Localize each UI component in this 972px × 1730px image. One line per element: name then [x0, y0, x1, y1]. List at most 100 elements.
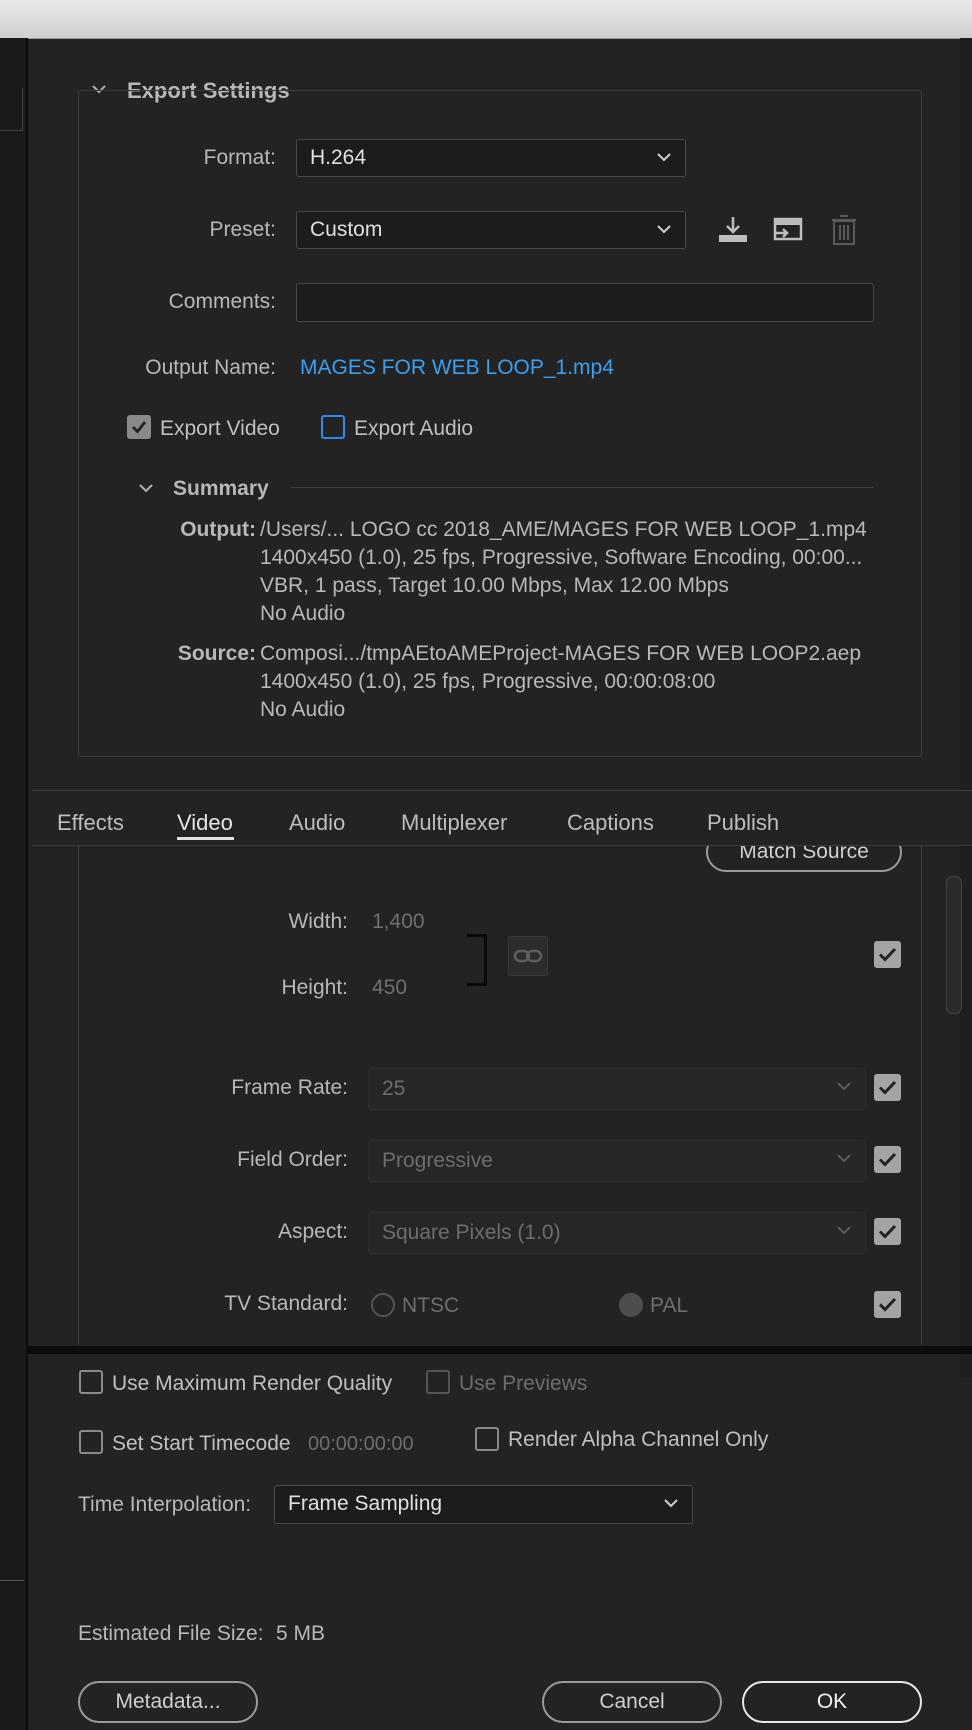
tab-video[interactable]: Video: [177, 810, 233, 836]
save-preset-button[interactable]: [716, 213, 750, 247]
comments-field[interactable]: [296, 283, 874, 322]
estimated-size-value: 5 MB: [276, 1622, 326, 1645]
format-select[interactable]: H.264: [296, 139, 686, 177]
preset-label: Preset:: [209, 218, 276, 241]
video-pane-scrollbar[interactable]: [946, 876, 962, 1014]
checkmark-icon: [878, 1297, 897, 1312]
max-render-quality-checkbox[interactable]: [79, 1370, 103, 1394]
save-preset-icon: [719, 217, 747, 242]
ntsc-radio[interactable]: [371, 1293, 395, 1317]
summary-source-line: No Audio: [260, 698, 346, 721]
tab-effects[interactable]: Effects: [57, 810, 124, 836]
frame-rate-value: 25: [382, 1077, 406, 1100]
summary-output-label: Output:: [180, 518, 256, 541]
chevron-down-icon: [837, 1154, 851, 1163]
right-panel-edge: [960, 38, 972, 1378]
ntsc-label: NTSC: [402, 1294, 460, 1317]
format-value: H.264: [310, 146, 367, 169]
tab-multiplexer[interactable]: Multiplexer: [401, 810, 507, 836]
summary-source-label: Source:: [177, 642, 256, 665]
render-alpha-checkbox[interactable]: [475, 1427, 499, 1451]
link-icon: [513, 949, 543, 963]
summary-source-lines: Composi.../tmpAEtoAMEProject-MAGES FOR W…: [260, 640, 861, 724]
max-render-quality-label: Use Maximum Render Quality: [112, 1372, 393, 1395]
export-audio-label: Export Audio: [354, 417, 474, 440]
summary-heading: Summary: [173, 477, 269, 500]
chevron-down-icon: [657, 225, 671, 234]
chevron-down-icon: [837, 1226, 851, 1235]
set-start-timecode-label: Set Start Timecode: [112, 1432, 291, 1455]
set-start-timecode-checkbox[interactable]: [79, 1430, 103, 1454]
start-timecode-value[interactable]: 00:00:00:00: [308, 1433, 414, 1456]
import-preset-button[interactable]: [771, 213, 805, 247]
time-interpolation-label: Time Interpolation:: [78, 1493, 252, 1516]
summary-source-line: 1400x450 (1.0), 25 fps, Progressive, 00:…: [260, 670, 716, 693]
width-value[interactable]: 1,400: [372, 910, 425, 934]
output-name-label: Output Name:: [145, 356, 276, 379]
height-value[interactable]: 450: [372, 976, 407, 1000]
time-interpolation-select[interactable]: Frame Sampling: [274, 1485, 693, 1524]
pal-radio[interactable]: [619, 1293, 643, 1317]
checkmark-icon: [878, 1152, 897, 1167]
preset-value: Custom: [310, 218, 383, 241]
pal-label: PAL: [650, 1294, 689, 1317]
cancel-button-label: Cancel: [599, 1690, 665, 1713]
delete-preset-button[interactable]: [829, 213, 859, 247]
tv-standard-match-checkbox[interactable]: [874, 1291, 901, 1318]
aspect-select[interactable]: Square Pixels (1.0): [368, 1212, 866, 1254]
use-previews-checkbox[interactable]: [426, 1370, 450, 1394]
left-panel: [0, 38, 28, 1730]
format-label: Format:: [203, 146, 276, 169]
aspect-match-checkbox[interactable]: [874, 1218, 901, 1245]
panel-divider[interactable]: [26, 1346, 972, 1354]
dimensions-match-checkbox[interactable]: [874, 941, 901, 968]
metadata-button-label: Metadata...: [115, 1690, 221, 1713]
summary-output-lines: /Users/... LOGO cc 2018_AME/MAGES FOR WE…: [260, 516, 867, 628]
cancel-button[interactable]: Cancel: [542, 1681, 722, 1723]
summary-collapse-toggle[interactable]: [135, 477, 157, 499]
frame-rate-match-checkbox[interactable]: [874, 1074, 901, 1101]
chevron-down-icon: [657, 153, 671, 162]
metadata-button[interactable]: Metadata...: [78, 1681, 258, 1723]
ok-button-label: OK: [816, 1690, 848, 1713]
chevron-down-icon: [837, 1082, 851, 1091]
width-label: Width:: [288, 910, 348, 933]
field-order-value: Progressive: [382, 1149, 493, 1172]
preset-select[interactable]: Custom: [296, 211, 686, 249]
left-panel-tab: [0, 88, 23, 131]
tab-publish[interactable]: Publish: [707, 810, 779, 836]
field-order-label: Field Order:: [237, 1148, 348, 1171]
export-audio-checkbox[interactable]: [321, 415, 345, 439]
tv-standard-label: TV Standard:: [224, 1292, 348, 1315]
summary-output-line: 1400x450 (1.0), 25 fps, Progressive, Sof…: [260, 546, 863, 569]
aspect-label: Aspect:: [277, 1220, 348, 1243]
checkmark-icon: [878, 1080, 897, 1095]
constrain-proportions-button[interactable]: [508, 936, 548, 976]
field-order-select[interactable]: Progressive: [368, 1140, 866, 1182]
tab-audio[interactable]: Audio: [289, 810, 345, 836]
frame-rate-select[interactable]: 25: [368, 1068, 866, 1110]
checkmark-icon: [132, 421, 147, 434]
export-video-label: Export Video: [160, 417, 280, 440]
height-label: Height:: [281, 976, 348, 999]
chevron-down-icon: [139, 484, 153, 493]
render-alpha-label: Render Alpha Channel Only: [508, 1428, 769, 1451]
tab-captions[interactable]: Captions: [567, 810, 654, 836]
summary-output-line: VBR, 1 pass, Target 10.00 Mbps, Max 12.0…: [260, 574, 729, 597]
export-video-checkbox[interactable]: [127, 415, 151, 439]
ok-button[interactable]: OK: [742, 1681, 922, 1723]
chevron-down-icon: [664, 1499, 678, 1508]
aspect-value: Square Pixels (1.0): [382, 1221, 561, 1244]
dimension-link-bracket: [467, 934, 487, 986]
left-panel-divider: [0, 1580, 24, 1581]
checkmark-icon: [878, 1224, 897, 1239]
active-tab-indicator: [177, 837, 234, 840]
output-name-link[interactable]: MAGES FOR WEB LOOP_1.mp4: [300, 356, 614, 380]
comments-label: Comments:: [168, 290, 276, 313]
window-titlebar: [0, 0, 972, 39]
estimated-size-label: Estimated File Size:: [78, 1622, 264, 1645]
summary-output-line: /Users/... LOGO cc 2018_AME/MAGES FOR WE…: [260, 518, 867, 541]
field-order-match-checkbox[interactable]: [874, 1146, 901, 1173]
checkmark-icon: [878, 947, 897, 962]
frame-rate-label: Frame Rate:: [231, 1076, 348, 1099]
